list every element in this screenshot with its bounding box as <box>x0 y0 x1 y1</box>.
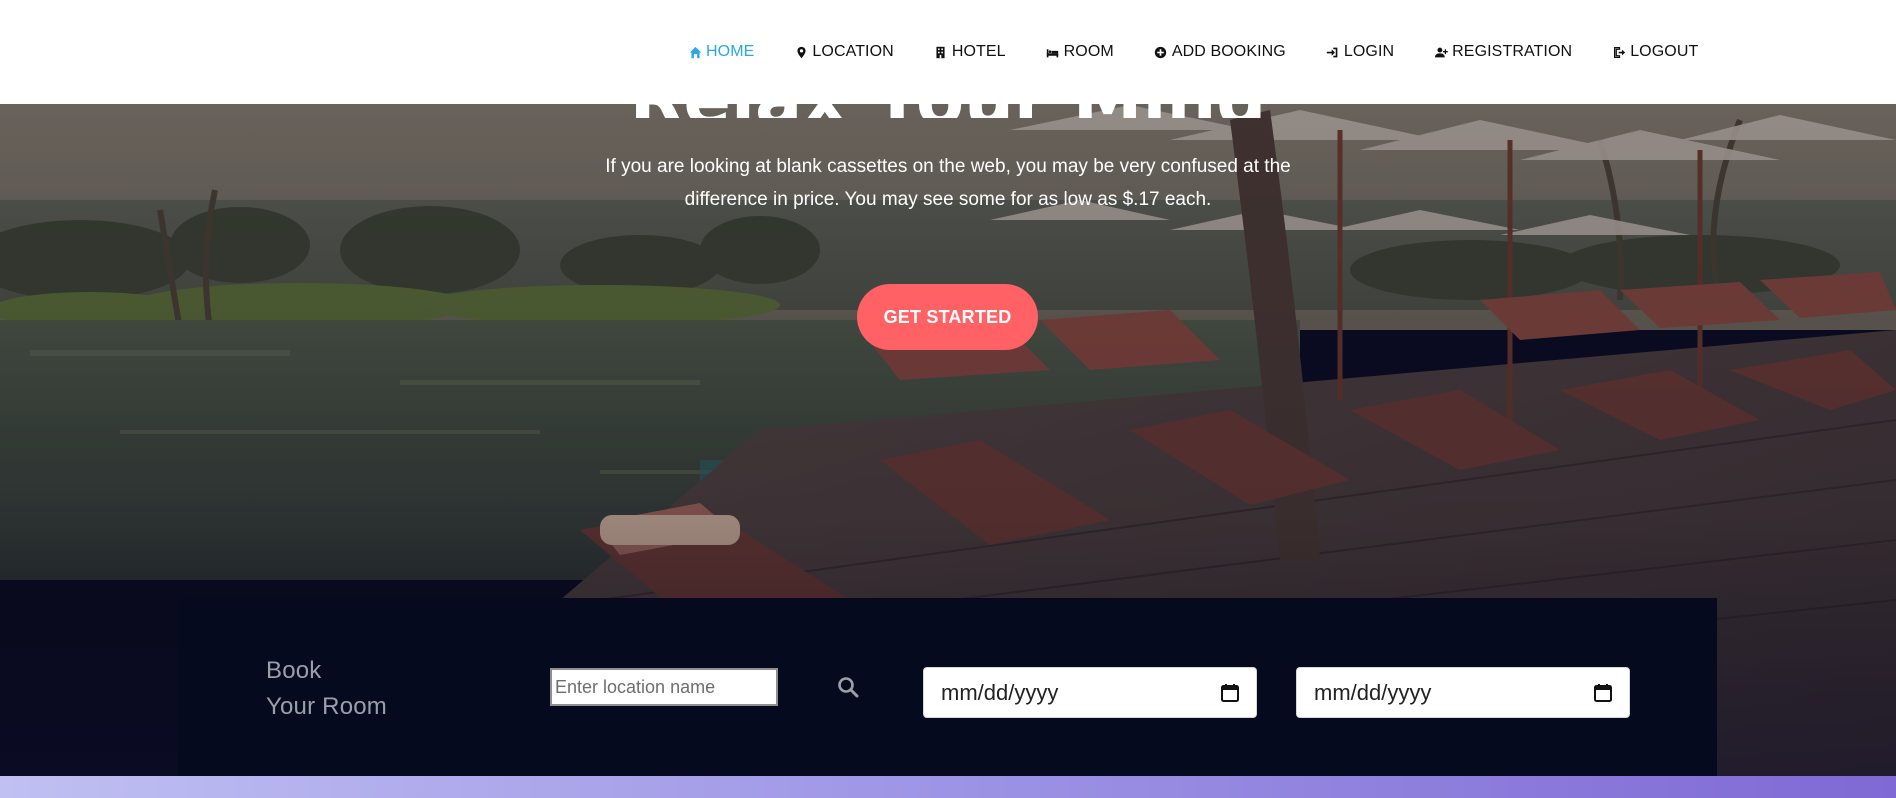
booking-panel: Book Your Room mm/dd/yyyy mm/dd/yyyy <box>178 598 1717 778</box>
nav-item-label: LOCATION <box>812 43 894 60</box>
booking-title: Book Your Room <box>266 653 466 725</box>
nav-item-label: LOGIN <box>1343 43 1395 60</box>
nav-item-label: REGISTRATION <box>1452 43 1573 60</box>
map-marker-icon <box>794 45 808 59</box>
nav-item-logout[interactable]: LOGOUT <box>1612 43 1698 61</box>
nav-item-hotel[interactable]: HOTEL <box>934 43 1006 61</box>
nav-item-add-booking[interactable]: ADD BOOKING <box>1154 43 1286 61</box>
checkout-date-placeholder: mm/dd/yyyy <box>1314 679 1432 705</box>
booking-title-line1: Book <box>266 657 322 684</box>
bed-icon <box>1046 45 1060 59</box>
get-started-button[interactable]: GET STARTED <box>857 284 1038 350</box>
nav-item-home[interactable]: HOME <box>688 43 754 61</box>
nav-item-location[interactable]: LOCATION <box>794 43 894 61</box>
nav-item-label: ROOM <box>1063 43 1114 60</box>
search-icon <box>837 676 859 698</box>
sign-out-icon <box>1612 45 1626 59</box>
calendar-icon[interactable] <box>1220 683 1240 703</box>
calendar-icon[interactable] <box>1593 683 1613 703</box>
booking-title-line2: Your Room <box>266 693 387 720</box>
plus-circle-icon <box>1154 45 1168 59</box>
nav-item-login[interactable]: LOGIN <box>1326 43 1394 61</box>
nav-item-label: LOGOUT <box>1630 43 1699 60</box>
nav-item-label: HOME <box>706 43 755 60</box>
checkout-date-input[interactable]: mm/dd/yyyy <box>1296 667 1630 718</box>
hero-subtitle: If you are looking at blank cassettes on… <box>605 156 1291 210</box>
nav-item-registration[interactable]: REGISTRATION <box>1434 43 1572 61</box>
home-icon <box>688 45 702 59</box>
sign-in-icon <box>1326 45 1340 59</box>
search-button[interactable] <box>832 671 864 703</box>
checkin-date-placeholder: mm/dd/yyyy <box>941 679 1059 705</box>
location-search-input[interactable] <box>550 668 778 706</box>
checkin-date-input[interactable]: mm/dd/yyyy <box>923 667 1257 718</box>
nav-menu: HOME LOCATION HOTEL ROOM ADD BOOKING LOG… <box>688 0 1738 104</box>
nav-item-label: ADD BOOKING <box>1171 43 1286 60</box>
section-divider-band <box>0 776 1896 798</box>
user-plus-icon <box>1434 45 1448 59</box>
nav-item-label: HOTEL <box>951 43 1006 60</box>
nav-item-room[interactable]: ROOM <box>1046 43 1114 61</box>
building-icon <box>934 45 948 59</box>
top-navbar: HOME LOCATION HOTEL ROOM ADD BOOKING LOG… <box>0 0 1896 104</box>
